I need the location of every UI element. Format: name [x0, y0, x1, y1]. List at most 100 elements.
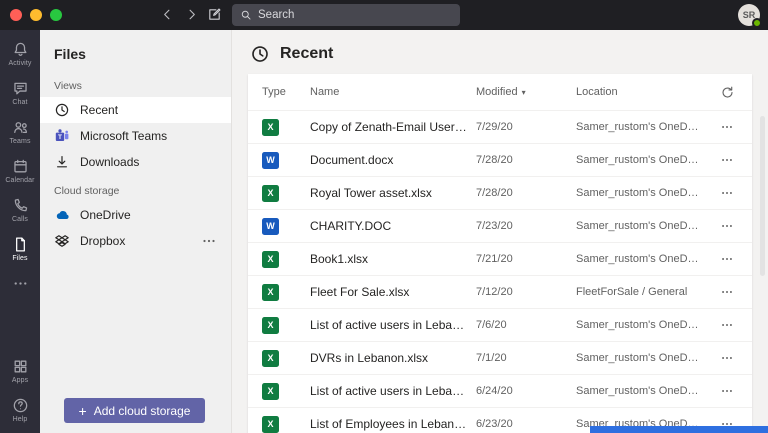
row-more-options-icon[interactable]	[710, 120, 744, 134]
file-name: List of Employees in Lebanon.xlsx	[310, 417, 476, 431]
file-name: Royal Tower asset.xlsx	[310, 186, 432, 200]
row-more-options-icon[interactable]	[710, 219, 744, 233]
column-type[interactable]: Type	[262, 86, 310, 98]
add-cloud-storage-button[interactable]: + Add cloud storage	[64, 398, 205, 423]
file-row[interactable]: X List of active users in Lebanon.xlsx 7…	[248, 308, 752, 341]
file-location: Samer_rustom's OneDrive / …	[576, 385, 710, 397]
sidebar-item-microsoft-teams[interactable]: T Microsoft Teams	[40, 123, 231, 149]
forward-icon[interactable]	[184, 7, 199, 22]
file-modified: 7/28/20	[476, 154, 513, 166]
clock-icon	[54, 102, 70, 118]
refresh-icon[interactable]	[710, 85, 744, 100]
svg-text:T: T	[58, 134, 62, 141]
sidebar-item-onedrive[interactable]: OneDrive	[40, 202, 231, 228]
more-options-icon[interactable]	[201, 233, 217, 249]
table-header-row: Type Name Modified ▾ Location	[248, 74, 752, 110]
bell-icon	[12, 41, 29, 58]
file-row[interactable]: X DVRs in Lebanon.xlsx 7/1/20 Samer_rust…	[248, 341, 752, 374]
maximize-window-button[interactable]	[50, 9, 62, 21]
rail-item-chat[interactable]: Chat	[0, 73, 40, 112]
more-icon	[12, 275, 29, 292]
files-table: Type Name Modified ▾ Location X Copy of Z…	[248, 74, 752, 433]
rail-item-calls[interactable]: Calls	[0, 190, 40, 229]
file-name: Fleet For Sale.xlsx	[310, 285, 410, 299]
sidebar-item-recent[interactable]: Recent	[40, 97, 231, 123]
clock-icon	[250, 44, 270, 64]
rail-item-calendar[interactable]: Calendar	[0, 151, 40, 190]
column-location[interactable]: Location	[576, 86, 710, 98]
row-more-options-icon[interactable]	[710, 351, 744, 365]
sidebar-item-dropbox[interactable]: Dropbox	[40, 228, 231, 254]
file-row[interactable]: X Copy of Zenath-Email Users.xlsx 7/29/2…	[248, 110, 752, 143]
column-modified[interactable]: Modified ▾	[476, 86, 576, 98]
file-row[interactable]: W CHARITY.DOC 7/23/20 Samer_rustom's One…	[248, 209, 752, 242]
file-row[interactable]: W Document.docx 7/28/20 Samer_rustom's O…	[248, 143, 752, 176]
file-row[interactable]: X Royal Tower asset.xlsx 7/28/20 Samer_r…	[248, 176, 752, 209]
background-window-edge	[590, 426, 768, 433]
file-modified: 6/24/20	[476, 385, 513, 397]
sidebar-item-downloads[interactable]: Downloads	[40, 149, 231, 175]
excel-file-icon: X	[262, 382, 279, 400]
file-location: FleetForSale / General	[576, 286, 688, 298]
sidebar-section-label: Cloud storage	[54, 185, 120, 197]
back-icon[interactable]	[160, 7, 175, 22]
sidebar-item-label: Microsoft Teams	[80, 129, 168, 143]
rail-item-help[interactable]: Help	[0, 390, 40, 429]
rail-item-apps[interactable]: Apps	[0, 351, 40, 390]
excel-file-icon: X	[262, 283, 279, 301]
calendar-icon	[12, 158, 29, 175]
excel-file-icon: X	[262, 349, 279, 367]
row-more-options-icon[interactable]	[710, 384, 744, 398]
file-modified: 7/23/20	[476, 220, 513, 232]
window-controls	[10, 9, 62, 21]
titlebar: SR	[0, 0, 768, 30]
rail-top: Activity Chat Teams Calendar Calls Files	[0, 34, 40, 298]
close-window-button[interactable]	[10, 9, 22, 21]
avatar[interactable]: SR	[738, 4, 762, 28]
rail-item-label: Calendar	[5, 177, 35, 184]
onedrive-icon	[54, 207, 70, 223]
sidebar-item-label: Downloads	[80, 155, 140, 169]
chat-icon	[12, 80, 29, 97]
main-content: Recent Type Name Modified ▾ Location X Co…	[232, 30, 768, 433]
row-more-options-icon[interactable]	[710, 153, 744, 167]
file-name: List of active users in Lebanon.xlsx	[310, 384, 476, 398]
rail-item-label: Teams	[9, 138, 31, 145]
file-location: Samer_rustom's OneDrive	[576, 154, 706, 166]
column-name[interactable]: Name	[310, 86, 476, 98]
file-location: Samer_rustom's OneDrive	[576, 319, 706, 331]
rail-item-label: Chat	[12, 99, 28, 106]
search-input[interactable]	[258, 9, 452, 21]
file-name: CHARITY.DOC	[310, 219, 392, 233]
teams-icon	[12, 119, 29, 136]
rail-item-label: Activity	[8, 60, 32, 67]
file-row[interactable]: X List of active users in Lebanon.xlsx 6…	[248, 374, 752, 407]
vertical-scrollbar[interactable]	[760, 116, 765, 276]
file-modified: 7/1/20	[476, 352, 507, 364]
rail-item-files[interactable]: Files	[0, 229, 40, 268]
row-more-options-icon[interactable]	[710, 186, 744, 200]
sidebar-section-label: Views	[54, 80, 82, 92]
main-header: Recent	[232, 30, 768, 64]
dropbox-icon	[54, 233, 70, 249]
file-row[interactable]: X Book1.xlsx 7/21/20 Samer_rustom's OneD…	[248, 242, 752, 275]
excel-file-icon: X	[262, 118, 279, 136]
file-location: Samer_rustom's OneDrive	[576, 352, 706, 364]
row-more-options-icon[interactable]	[710, 285, 744, 299]
sidebar-title: Files	[54, 46, 86, 62]
file-location: Samer_rustom's OneDrive	[576, 253, 706, 265]
rail-item-label: Files	[12, 255, 28, 262]
row-more-options-icon[interactable]	[710, 318, 744, 332]
rail-item-teams[interactable]: Teams	[0, 112, 40, 151]
minimize-window-button[interactable]	[30, 9, 42, 21]
rail-item-label: Help	[12, 416, 28, 423]
row-more-options-icon[interactable]	[710, 252, 744, 266]
sidebar-item-label: Recent	[80, 103, 119, 117]
rail-item-activity[interactable]: Activity	[0, 34, 40, 73]
file-location: Samer_rustom's OneDrive / …	[576, 220, 710, 232]
files-sidebar: Files Views Recent T Microsoft Teams Dow…	[40, 30, 232, 433]
new-chat-icon[interactable]	[207, 7, 222, 22]
rail-item-more[interactable]	[0, 268, 40, 298]
file-row[interactable]: X Fleet For Sale.xlsx 7/12/20 FleetForSa…	[248, 275, 752, 308]
phone-icon	[12, 197, 29, 214]
